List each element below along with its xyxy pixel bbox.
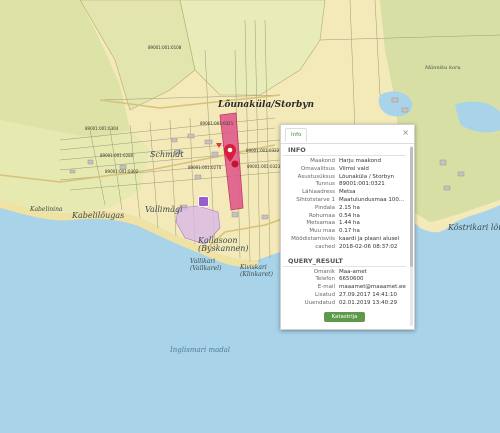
parcel-id[interactable]: 89001:001:0280	[100, 153, 133, 158]
field-value: Harju maakond	[339, 158, 381, 164]
field-value: Maatulundusmaa 100...	[339, 196, 405, 203]
parcel-id[interactable]: 89001:001:0323	[247, 164, 280, 169]
field-label: Muu maa	[309, 228, 335, 235]
info-row: Lähiaadress Metsa	[281, 189, 408, 197]
query-row: Uuendatud 02.01.2019 13:40:29	[281, 300, 408, 308]
field-label: cached	[315, 243, 335, 250]
field-value: 0.54 ha	[339, 212, 360, 219]
place-label-kallasoon-sub: (Byskannen)	[198, 244, 249, 253]
field-label: Pindala	[315, 204, 335, 211]
query-row: E-mail maaamet@maaamet.ee	[281, 284, 408, 292]
section-heading-query-result: QUERY_RESULT	[283, 255, 406, 267]
info-row: Metsamaa 1.44 ha	[281, 220, 408, 228]
info-row: cached 2018-02-06 08:37:02	[281, 244, 408, 252]
place-label-vallikari: Vallikari	[190, 258, 216, 265]
field-value: 1.44 ha	[339, 220, 360, 227]
place-label-kabelinina: Kabelinina	[30, 206, 63, 213]
query-rows: Omanik Maa-amet Telefon 6650600 E-mail maaa…	[281, 269, 408, 308]
field-value: Lõunaküla / Storbyn	[339, 173, 394, 180]
section-heading-info: INFO	[283, 144, 406, 156]
point-marker-icon[interactable]	[231, 160, 239, 168]
parcel-id[interactable]: 89001:001:0270	[188, 165, 221, 170]
field-label: Sihtotstarve 1	[296, 196, 335, 203]
place-label-kiviskari: Kiviskari	[240, 264, 267, 271]
panel-content: INFO Maakond Harju maakond Omavalitsus Vii…	[281, 144, 408, 329]
info-panel: Info × INFO Maakond Harju maakond Omavali…	[280, 124, 415, 330]
field-value: 6650600	[339, 276, 364, 283]
field-value: 27.09.2017 14:41:10	[339, 291, 397, 298]
square-marker-icon[interactable]	[198, 196, 209, 207]
info-row: Sihtotstarve 1 Maatulundusmaa 100...	[281, 197, 408, 205]
parcel-id[interactable]: 89001:001:0302	[105, 169, 138, 174]
road-label: Lõunaküla/Storbyn	[218, 100, 315, 110]
field-value: Maa-amet	[339, 268, 367, 275]
field-label: E-mail	[317, 284, 335, 291]
scrollbar-thumb[interactable]	[410, 147, 413, 267]
field-value: 2018-02-06 08:37:02	[339, 243, 398, 250]
place-label-vallimagi: Vallimägi	[145, 205, 183, 214]
field-label: Lisatud	[315, 291, 335, 298]
field-label: Asustusüksus	[297, 173, 335, 180]
parcel-id[interactable]: 89001:001:0108	[148, 45, 181, 50]
field-value: 02.01.2019 13:40:29	[339, 299, 397, 306]
field-value: kaardi ja plaani alusel	[339, 235, 400, 242]
query-row: Telefon 6650600	[281, 276, 408, 284]
query-row: Omanik Maa-amet	[281, 269, 408, 277]
field-label: Tunnus	[315, 181, 335, 188]
parcel-id[interactable]: 89001:001:0322	[246, 148, 279, 153]
cadastral-map[interactable]: Lõunaküla/Storbyn Schmidt Vallimägi Kall…	[0, 0, 500, 429]
panel-tabbar: Info ×	[281, 125, 414, 144]
place-label-vallikari-sub: (Vallkarel)	[190, 265, 222, 272]
water-label-inglismaa: Inglismari madal	[170, 346, 231, 354]
field-value: 2.15 ha	[339, 204, 360, 211]
place-label-schmidt: Schmidt	[150, 150, 184, 159]
info-row: Mõõdistamisviis kaardi ja plaani alusel	[281, 236, 408, 244]
info-row: Rohumaa 0.54 ha	[281, 213, 408, 221]
field-label: Mõõdistamisviis	[291, 235, 335, 242]
field-label: Omavalitsus	[300, 165, 335, 172]
katastrija-button[interactable]: Katastrija	[324, 311, 365, 322]
field-label: Metsamaa	[306, 220, 335, 227]
info-row: Pindala 2.15 ha	[281, 205, 408, 213]
info-row: Asustusüksus Lõunaküla / Storbyn	[281, 174, 408, 182]
close-icon[interactable]: ×	[402, 128, 409, 137]
field-label: Maakond	[310, 158, 335, 164]
parcel-id[interactable]: 89001:001:0321	[200, 121, 233, 126]
field-value: 0.17 ha	[339, 228, 360, 235]
field-value: maaamet@maaamet.ee	[339, 284, 406, 291]
info-row: Omavalitsus Viimsi vald	[281, 166, 408, 174]
info-rows: Maakond Harju maakond Omavalitsus Viimsi v…	[281, 158, 408, 252]
parcel-id[interactable]: 89001:001:0304	[85, 126, 118, 131]
field-value: Metsa	[339, 189, 356, 196]
place-label-kiviskari-sub: (Klinkaret)	[240, 271, 273, 278]
place-label-kabelilougas: Kabelilõugas	[72, 211, 125, 220]
button-wrapper: Katastrija	[281, 311, 408, 322]
field-value: Viimsi vald	[339, 165, 369, 172]
field-label: Telefon	[315, 276, 335, 283]
field-label: Rohumaa	[308, 212, 335, 219]
field-label: Omanik	[313, 268, 335, 275]
info-row: Muu maa 0.17 ha	[281, 228, 408, 236]
field-label: Lähiaadress	[302, 189, 335, 196]
place-label-mannikukoru: Männiku koru	[425, 65, 461, 71]
info-row: Maakond Harju maakond	[281, 158, 408, 166]
field-value: 89001:001:0321	[339, 181, 385, 188]
place-label-kostrikari: Köstrikari lõugas	[448, 223, 500, 232]
query-row: Lisatud 27.09.2017 14:41:10	[281, 292, 408, 300]
field-label: Uuendatud	[304, 299, 335, 306]
tab-info[interactable]: Info	[285, 128, 308, 142]
info-row: Tunnus 89001:001:0321	[281, 181, 408, 189]
